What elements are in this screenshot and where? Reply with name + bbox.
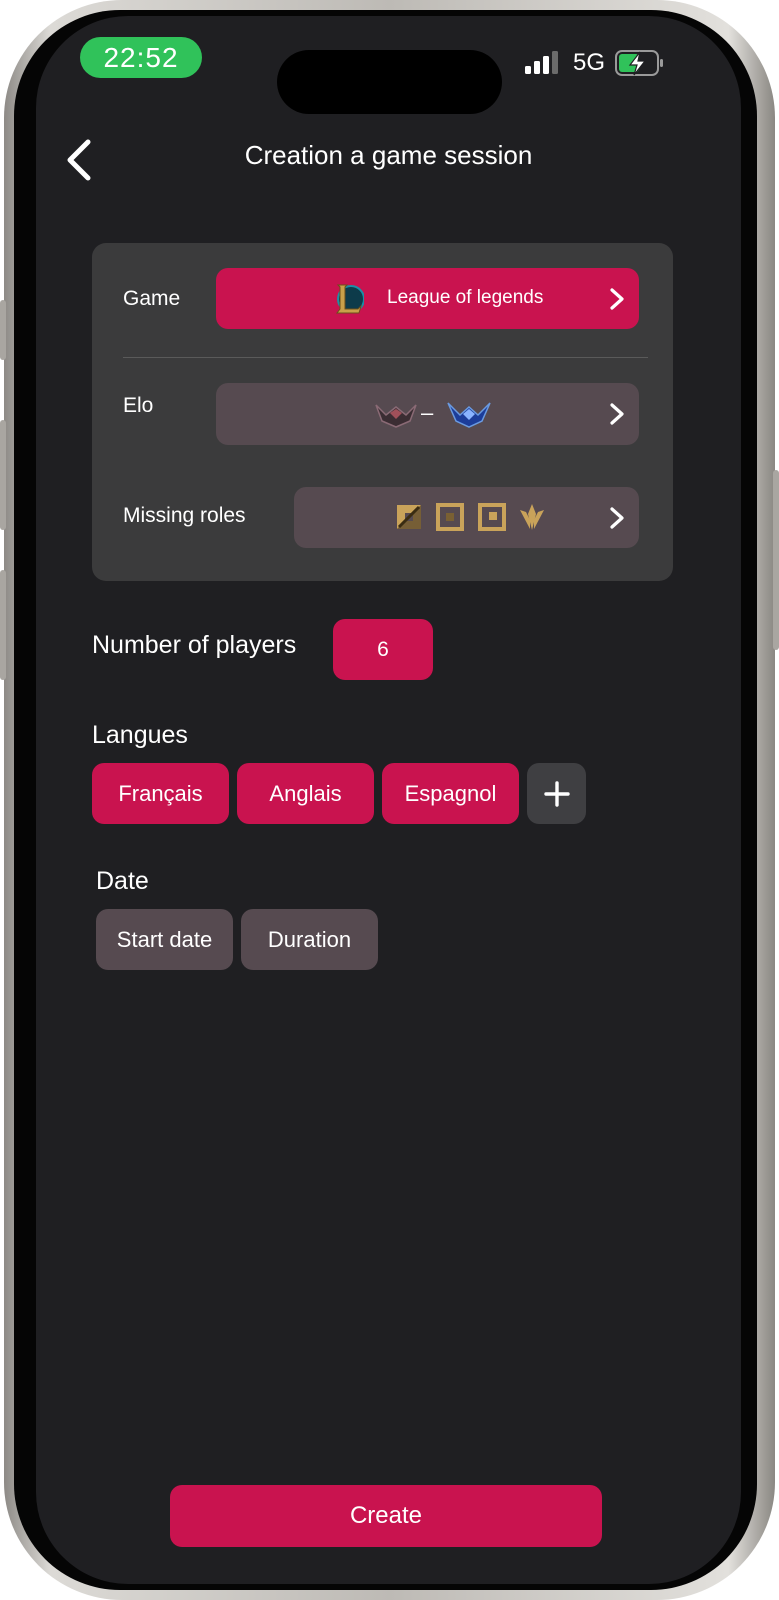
battery-charging-icon xyxy=(615,50,664,76)
league-of-legends-logo-icon xyxy=(336,284,364,314)
volume-down-button xyxy=(0,570,6,680)
power-button xyxy=(773,470,779,650)
languages-label: Langues xyxy=(92,721,188,749)
elo-rank-high-icon xyxy=(447,402,491,428)
number-of-players-input[interactable]: 6 xyxy=(333,619,433,680)
elo-rank-low-icon xyxy=(375,404,417,428)
game-value: League of legends xyxy=(387,287,544,308)
duration-button[interactable]: Duration xyxy=(241,909,378,970)
status-time: 22:52 xyxy=(80,37,202,78)
start-date-button[interactable]: Start date xyxy=(96,909,233,970)
add-language-button[interactable] xyxy=(527,763,586,824)
missing-roles-selector[interactable] xyxy=(294,487,639,548)
chevron-right-icon xyxy=(610,506,624,529)
card-divider xyxy=(123,357,648,358)
volume-up-button xyxy=(0,420,6,530)
elo-separator: – xyxy=(421,400,434,425)
language-chip-francais[interactable]: Français xyxy=(92,763,229,824)
number-of-players-label: Number of players xyxy=(92,631,297,659)
plus-icon xyxy=(543,780,570,807)
role-mid-icon xyxy=(478,503,506,531)
role-top-icon xyxy=(397,505,421,529)
elo-label: Elo xyxy=(123,394,154,417)
status-indicators: 5G xyxy=(525,49,665,77)
screen: 22:52 5G Creation a game session Game Le… xyxy=(36,16,741,1584)
create-button[interactable]: Create xyxy=(170,1485,602,1547)
language-chip-anglais[interactable]: Anglais xyxy=(237,763,374,824)
role-support-icon xyxy=(520,504,544,530)
mute-switch xyxy=(0,300,6,360)
cellular-signal-icon xyxy=(525,51,558,74)
game-settings-card: Game League of legends Elo – Missing rol… xyxy=(92,243,673,581)
network-type: 5G xyxy=(573,49,606,76)
chevron-right-icon xyxy=(610,403,624,425)
dynamic-island xyxy=(277,50,502,114)
game-label: Game xyxy=(123,287,181,310)
role-jungle-icon xyxy=(436,503,464,531)
navigation-bar: Creation a game session xyxy=(36,128,741,188)
date-label: Date xyxy=(96,867,149,895)
page-title: Creation a game session xyxy=(244,140,533,170)
missing-roles-label: Missing roles xyxy=(123,504,246,527)
elo-selector[interactable]: – xyxy=(216,383,639,445)
chevron-right-icon xyxy=(610,287,624,310)
game-selector[interactable]: League of legends xyxy=(216,268,639,329)
language-chip-espagnol[interactable]: Espagnol xyxy=(382,763,519,824)
